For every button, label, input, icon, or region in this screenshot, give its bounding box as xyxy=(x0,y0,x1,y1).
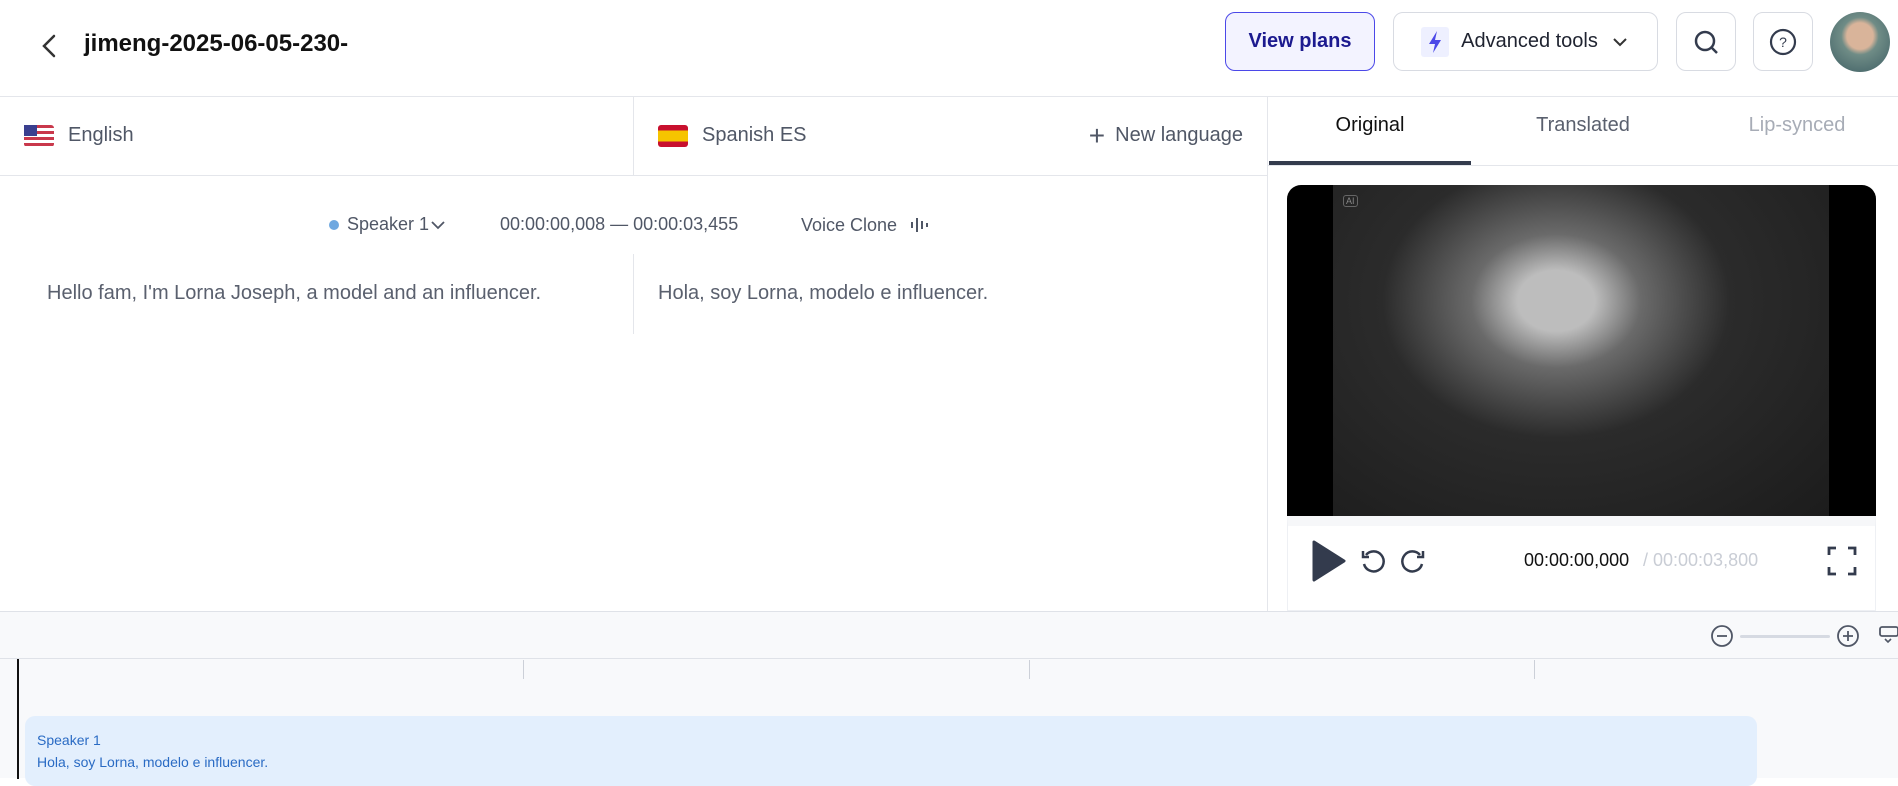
source-language-label: English xyxy=(68,124,134,146)
target-text[interactable]: Hola, soy Lorna, modelo e influencer. xyxy=(658,282,988,305)
rewind-icon[interactable] xyxy=(1358,546,1388,576)
search-icon xyxy=(1694,30,1718,54)
play-icon[interactable] xyxy=(1308,538,1348,584)
fullscreen-icon[interactable] xyxy=(1826,544,1858,578)
user-avatar[interactable] xyxy=(1830,12,1890,72)
subtitle-icon[interactable] xyxy=(1878,624,1898,648)
help-button[interactable]: ? xyxy=(1753,12,1813,71)
plus-icon: + xyxy=(1088,119,1106,151)
language-bar: English Spanish ES + New language xyxy=(0,97,1267,176)
new-language-label: New language xyxy=(1115,124,1243,146)
search-button[interactable] xyxy=(1676,12,1736,71)
divider xyxy=(1268,165,1898,166)
advanced-tools-button[interactable]: Advanced tools xyxy=(1393,12,1658,71)
svg-text:?: ? xyxy=(1779,34,1787,50)
time-range: 00:00:00,008 — 00:00:03,455 xyxy=(500,214,739,234)
target-language[interactable]: Spanish ES xyxy=(658,124,807,147)
total-time: / 00:00:03,800 xyxy=(1643,550,1759,570)
project-title: jimeng-2025-06-05-230- xyxy=(84,30,349,57)
ruler-tick xyxy=(523,660,524,679)
new-language-button[interactable]: + New language xyxy=(1088,119,1243,151)
current-time: 00:00:00,000 xyxy=(1524,550,1630,570)
segment-speaker: Speaker 1 xyxy=(37,732,101,748)
timeline-segment[interactable]: Speaker 1 Hola, soy Lorna, modelo e infl… xyxy=(25,716,1757,786)
advanced-tools-label: Advanced tools xyxy=(1461,30,1598,52)
back-arrow-icon[interactable] xyxy=(38,28,62,64)
us-flag-icon xyxy=(24,124,54,147)
chevron-down-icon xyxy=(431,220,445,229)
ai-badge: AI xyxy=(1343,195,1358,207)
ruler-tick xyxy=(1029,660,1030,679)
segment-text: Hola, soy Lorna, modelo e influencer. xyxy=(37,754,269,770)
chevron-down-icon xyxy=(1613,37,1627,46)
tab-translated[interactable]: Translated xyxy=(1536,114,1630,137)
video-frame: AI xyxy=(1333,185,1829,516)
divider xyxy=(633,97,634,176)
zoom-in-icon[interactable] xyxy=(1836,624,1860,648)
ruler-tick xyxy=(1534,660,1535,679)
waveform-icon xyxy=(911,218,929,232)
zoom-out-icon[interactable] xyxy=(1710,624,1734,648)
es-flag-icon xyxy=(658,124,688,147)
help-icon: ? xyxy=(1769,28,1797,55)
lightning-icon xyxy=(1421,26,1450,57)
video-preview[interactable]: AI xyxy=(1287,185,1876,516)
timeline-toolbar xyxy=(0,612,1898,659)
tab-original[interactable]: Original xyxy=(1336,114,1405,137)
source-language: English xyxy=(24,124,134,147)
forward-icon[interactable] xyxy=(1398,546,1428,576)
voice-clone-label: Voice Clone xyxy=(801,214,898,235)
target-language-label: Spanish ES xyxy=(702,124,807,146)
view-plans-button[interactable]: View plans xyxy=(1225,12,1375,71)
player-controls: 00:00:00,000 / 00:00:03,800 xyxy=(1287,516,1876,611)
tab-lip-synced[interactable]: Lip-synced xyxy=(1749,114,1846,137)
speaker-dot-icon xyxy=(329,219,339,230)
playhead[interactable] xyxy=(17,659,19,779)
speaker-selector[interactable]: Speaker 1 xyxy=(329,214,447,235)
source-text[interactable]: Hello fam, I'm Lorna Joseph, a model and… xyxy=(47,282,541,305)
timeline: Speaker 1 Hola, soy Lorna, modelo e infl… xyxy=(0,611,1898,786)
top-header: jimeng-2025-06-05-230- View plans Advanc… xyxy=(0,0,1898,97)
divider xyxy=(633,254,634,334)
voice-clone-button[interactable]: Voice Clone xyxy=(801,214,933,236)
zoom-slider[interactable] xyxy=(1740,635,1830,638)
speaker-label: Speaker 1 xyxy=(347,214,430,234)
